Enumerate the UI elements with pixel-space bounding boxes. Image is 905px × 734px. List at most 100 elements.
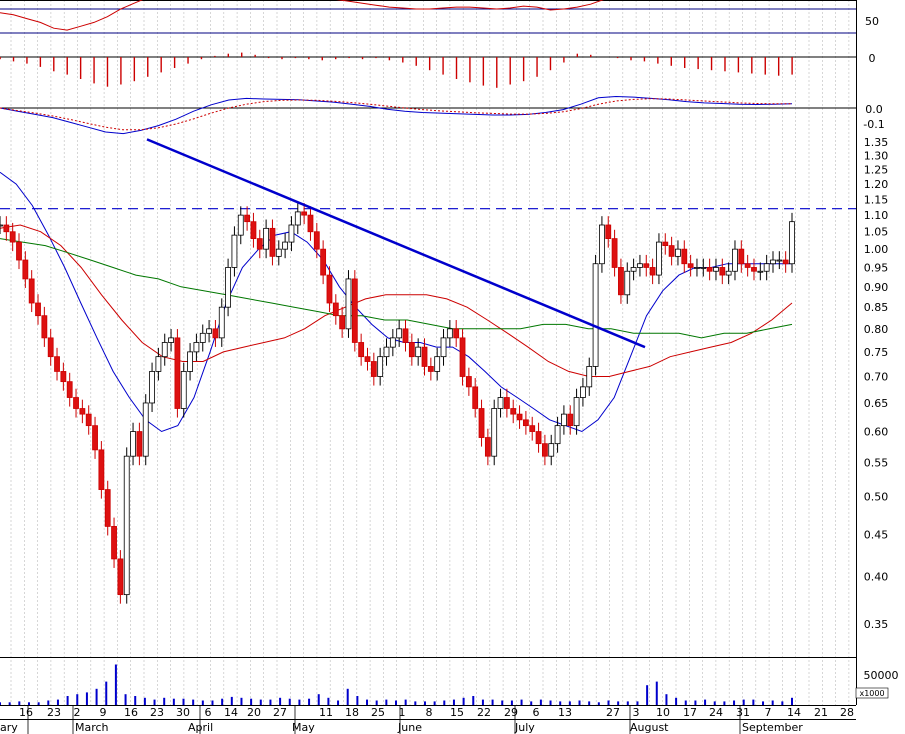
month-label: May: [292, 721, 315, 734]
day-label: 24: [709, 706, 723, 719]
candle-body: [529, 425, 536, 432]
candle-body: [345, 278, 352, 330]
histogram-bar: [334, 57, 337, 60]
candle-body: [16, 241, 22, 261]
candle-body: [446, 328, 453, 339]
candle-body: [218, 306, 225, 339]
day-label: 15: [450, 706, 464, 719]
candle-body: [434, 356, 441, 372]
histogram-bar: [402, 57, 404, 63]
histogram-bar: [375, 57, 377, 59]
histogram-bar: [361, 57, 364, 60]
volume-bar: [481, 699, 484, 705]
candle-body: [668, 245, 675, 257]
histogram-bar: [187, 57, 189, 64]
volume-bar: [85, 692, 88, 705]
day-label: 7: [765, 706, 772, 719]
histogram-bar: [79, 57, 82, 79]
volume-bar: [520, 699, 523, 705]
price-tick-label: 0.45: [864, 528, 889, 541]
day-label: 8: [426, 706, 433, 719]
candle-body: [789, 221, 795, 265]
candle-body: [0, 224, 3, 227]
histogram-bar: [576, 53, 579, 57]
day-label: 21: [814, 706, 828, 719]
volume-bar: [472, 696, 475, 705]
day-label: 30: [176, 706, 190, 719]
candle-body: [649, 267, 656, 276]
month-label: April: [188, 721, 213, 734]
volume-bar: [221, 698, 224, 705]
volume-bar: [704, 699, 707, 705]
candle-body: [370, 361, 377, 377]
candle-body: [244, 214, 251, 223]
histogram-bar: [227, 53, 230, 57]
candle-body: [706, 267, 713, 272]
candle-body: [92, 425, 98, 451]
candle-body: [326, 274, 333, 304]
histogram-bar: [670, 57, 672, 66]
histogram-bar: [39, 57, 42, 67]
day-label: 11: [319, 706, 333, 719]
candle-body: [453, 328, 460, 339]
price-tick-label: 0.50: [864, 491, 889, 504]
x-axis-month-labels: ary March April May June July August September: [0, 721, 803, 734]
histogram-bar: [53, 57, 55, 72]
day-label: 6: [205, 706, 212, 719]
day-label: 13: [558, 706, 572, 719]
candle-body: [66, 381, 73, 398]
candle-body: [307, 214, 314, 233]
candle-body: [459, 337, 466, 377]
price-tick-label: 1.05: [864, 226, 889, 239]
candle-body: [104, 489, 111, 527]
volume-bar: [56, 699, 59, 705]
volume-bar: [240, 697, 243, 705]
candle-body: [301, 211, 308, 216]
day-label: 23: [150, 706, 164, 719]
price-tick-label: 0.35: [864, 618, 889, 631]
candle-body: [637, 263, 643, 268]
volume-bar: [771, 700, 774, 705]
price-tick-label: 0.75: [864, 346, 889, 359]
volume-bar: [646, 685, 649, 705]
price-tick-label: 1.00: [864, 243, 889, 256]
price-tick-label: 1.15: [864, 193, 889, 206]
volume-bar: [327, 697, 330, 705]
histogram-bar: [0, 57, 1, 60]
volume-panel: 50000 x1000: [0, 664, 899, 705]
candle-body: [294, 211, 301, 226]
histogram-bar: [657, 57, 659, 64]
candle-body: [548, 443, 555, 457]
volume-bar: [404, 699, 407, 705]
volume-bar: [279, 697, 282, 705]
volume-bar: [124, 694, 127, 705]
histogram-bar: [267, 57, 270, 59]
candle-body: [440, 337, 447, 358]
volume-bar: [781, 701, 784, 705]
price-tick-label: 0.80: [864, 323, 889, 336]
candle-body: [383, 346, 390, 358]
month-label: ary: [0, 721, 18, 734]
histogram-bar: [549, 57, 552, 71]
candle-body: [599, 224, 605, 265]
volume-bar: [250, 698, 253, 705]
volume-bar: [752, 699, 755, 705]
candle-body: [700, 267, 707, 269]
candle-body: [713, 267, 719, 272]
candle-body: [123, 455, 130, 596]
day-label: 17: [683, 706, 697, 719]
day-label: 14: [224, 706, 238, 719]
volume-bar: [153, 699, 156, 705]
price-tick-label: 0.90: [864, 281, 889, 294]
candle-body: [516, 413, 523, 421]
candle-body: [624, 270, 631, 296]
histogram-bar: [428, 57, 431, 71]
price-tick-label: 1.25: [864, 163, 889, 176]
candle-body: [643, 263, 650, 268]
volume-bar: [163, 697, 166, 705]
histogram-bar: [509, 57, 511, 85]
volume-bar: [47, 700, 50, 705]
candle-body: [117, 558, 124, 596]
candle-body: [199, 332, 206, 343]
volume-bar: [588, 701, 591, 705]
